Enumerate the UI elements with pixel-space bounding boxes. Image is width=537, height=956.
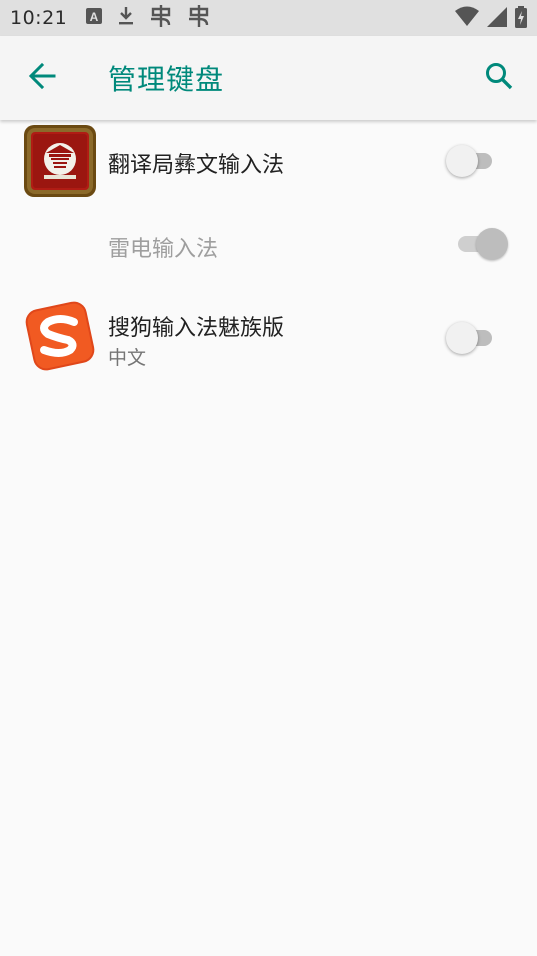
search-icon [484,61,514,95]
bug-icon [149,5,173,31]
keyboard-language: 中文 [108,347,147,369]
list-item-yi-keyboard[interactable]: 翻译局彝文输入法 [0,120,537,202]
yi-keyboard-app-icon [24,125,96,197]
sogou-app-icon [24,300,96,372]
keyboard-title: 翻译局彝文输入法 [108,153,285,178]
toggle-thumb [446,322,478,354]
status-bar: 10:21 A [0,0,537,36]
enable-sogou-keyboard-toggle[interactable] [446,320,502,356]
page-title: 管理键盘 [108,63,225,96]
enable-leidian-keyboard-toggle [454,226,510,262]
battery-charging-icon [515,6,527,32]
back-button[interactable] [22,58,62,98]
enable-yi-keyboard-toggle[interactable] [446,143,502,179]
status-system-icons [455,6,527,32]
toggle-thumb [476,228,508,260]
download-icon [117,6,135,30]
svg-text:A: A [90,10,99,24]
cellular-signal-icon [487,6,507,32]
keyboard-a-icon: A [85,7,103,29]
keyboard-title: 搜狗输入法魅族版 [108,316,285,341]
list-item-sogou-keyboard[interactable]: 搜狗输入法魅族版 中文 [0,284,537,384]
search-button[interactable] [479,58,519,98]
status-time: 10:21 [10,7,68,29]
app-bar: 管理键盘 [0,36,537,120]
list-item-leidian-keyboard: 雷电输入法 [0,202,537,284]
bug-icon [187,5,211,31]
keyboard-title: 雷电输入法 [108,237,219,262]
wifi-icon [455,6,479,32]
status-notification-icons: A [85,5,211,31]
arrow-back-icon [28,62,56,94]
toggle-thumb [446,145,478,177]
